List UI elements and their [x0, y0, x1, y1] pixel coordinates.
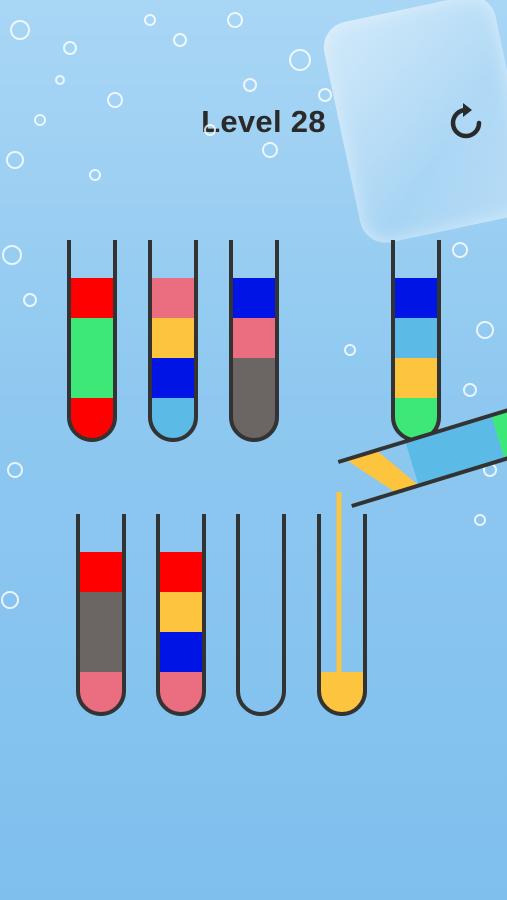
bubble	[476, 321, 494, 339]
tube-6[interactable]	[156, 514, 206, 720]
tube-8[interactable]	[317, 514, 367, 720]
tube-4[interactable]	[391, 240, 441, 446]
bubble	[289, 49, 311, 71]
tube-7[interactable]	[236, 514, 286, 716]
bubble	[227, 12, 243, 28]
bubble	[474, 514, 486, 526]
bubble	[2, 245, 22, 265]
bubble	[10, 20, 30, 40]
bubble	[7, 462, 23, 478]
liquid-layer-red	[78, 552, 124, 592]
liquid-layer-pink	[150, 278, 196, 318]
tube-3[interactable]	[229, 240, 279, 446]
bubble	[55, 75, 65, 85]
liquid-layer-gray	[78, 632, 124, 672]
liquid-layer-green	[69, 318, 115, 358]
tube-outline	[236, 514, 286, 716]
bubble	[1, 591, 19, 609]
liquid-layer-red	[158, 552, 204, 592]
bubble	[344, 344, 356, 356]
bubble	[243, 78, 257, 92]
bubble	[173, 33, 187, 47]
bubble	[23, 293, 37, 307]
liquid-layer-lightblue	[393, 318, 439, 358]
bubble	[204, 124, 216, 136]
bubble	[63, 41, 77, 55]
bubble	[262, 142, 278, 158]
game-board	[1, 12, 507, 720]
liquid-layer-red	[69, 278, 115, 318]
bubble	[463, 383, 477, 397]
liquid-layer-orange	[150, 318, 196, 358]
bubble	[318, 88, 332, 102]
liquid-layer-blue	[150, 358, 196, 398]
bubble	[107, 92, 123, 108]
tube-2[interactable]	[148, 240, 198, 446]
bubble	[34, 114, 46, 126]
liquid-layer-gray	[78, 592, 124, 632]
bubble	[89, 169, 101, 181]
bubble	[144, 14, 156, 26]
bubble	[6, 151, 24, 169]
liquid-layer-orange	[345, 450, 419, 493]
liquid-layer-blue	[158, 632, 204, 672]
liquid-layer-orange	[158, 592, 204, 632]
liquid-layer-green	[69, 358, 115, 398]
liquid-layer-blue	[393, 278, 439, 318]
tube-1[interactable]	[67, 240, 117, 446]
liquid-layer-pink	[231, 318, 277, 358]
tube-5[interactable]	[76, 514, 126, 720]
liquid-layer-blue	[231, 278, 277, 318]
liquid-layer-gray	[231, 358, 277, 398]
bubble	[452, 242, 468, 258]
liquid-layer-orange	[393, 358, 439, 398]
